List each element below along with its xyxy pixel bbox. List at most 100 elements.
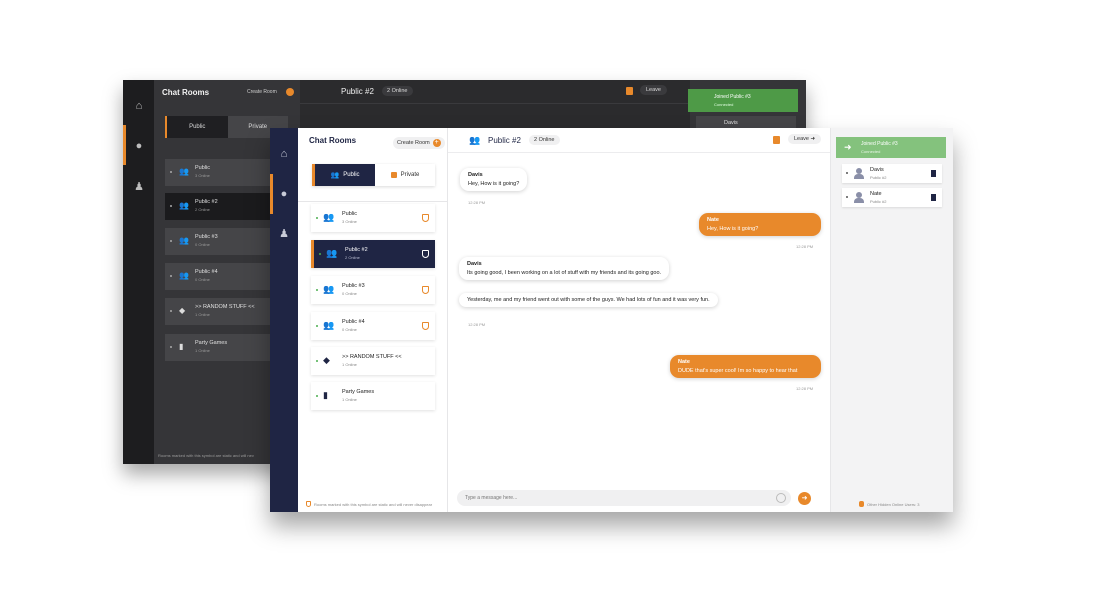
status-dot: [170, 346, 172, 348]
room-name: Public #2: [345, 247, 368, 253]
send-button[interactable]: ➜: [798, 492, 811, 505]
room-online: 2 Online: [345, 255, 360, 260]
chat-icon[interactable]: ●: [276, 186, 292, 202]
room-item[interactable]: 👥 Public #3 0 Online: [311, 276, 435, 304]
dark-sidebar-footer: Rooms marked with this symbol are static…: [158, 453, 254, 458]
room-name: Public #3: [342, 283, 365, 289]
hidden-users-text: Other Hidden Online Users: 3: [867, 501, 920, 507]
user-name: Davis: [870, 167, 884, 173]
message-text: DUDE that's super cool! Im so happy to h…: [678, 368, 798, 374]
toast-sub: Connected: [861, 149, 881, 154]
avatar: [854, 192, 864, 203]
toast-sub: Connected: [714, 102, 734, 107]
sidebar-footer: Rooms marked with this symbol are static…: [306, 501, 432, 507]
room-title: Public #2: [488, 136, 521, 145]
leave-label: Leave: [794, 136, 809, 142]
dark-online-badge: 2 Online: [382, 86, 413, 96]
chat-icon[interactable]: ●: [132, 140, 146, 154]
create-room-label: Create Room: [397, 140, 430, 146]
room-online: 0 Online: [342, 291, 357, 296]
showcase-stage: ⌂ ● ♟ Chat Rooms Create Room Public Priv…: [0, 0, 1100, 600]
message-author: Davis: [468, 172, 483, 178]
dark-create-room-button[interactable]: Create Room: [247, 89, 277, 95]
emoji-icon[interactable]: [776, 493, 786, 503]
message-bubble-own: Nate Hey, How is it going?: [699, 213, 821, 236]
toast-title: Joined Public #3: [714, 94, 751, 100]
room-online: 1 Online: [342, 397, 357, 402]
room-online: 1 Online: [195, 348, 210, 353]
group-icon: 👥: [326, 248, 338, 258]
status-dot: [170, 275, 172, 277]
status-dot: [316, 395, 318, 397]
message-author: Davis: [467, 261, 482, 267]
shield-icon: [422, 250, 429, 258]
shield-icon: [306, 501, 311, 507]
dark-join-toast: Joined Public #3 Connected: [688, 89, 798, 112]
dark-sidebar-title: Chat Rooms: [162, 88, 210, 97]
room-online: 0 Online: [195, 242, 210, 247]
message-text: Hey, How is it going?: [707, 226, 759, 232]
room-name: >> RANDOM STUFF <<: [195, 304, 255, 310]
home-icon[interactable]: ⌂: [132, 100, 146, 114]
avatar: [854, 168, 864, 179]
toast-title: Joined Public #3: [861, 141, 898, 147]
status-dot: [316, 360, 318, 362]
lock-icon[interactable]: [626, 87, 633, 95]
dark-plus-icon[interactable]: [286, 88, 294, 96]
tab-private-label: Private: [400, 172, 420, 178]
room-name: Party Games: [195, 340, 228, 346]
tab-private[interactable]: Private: [375, 164, 435, 186]
group-icon: 👥: [323, 284, 335, 294]
shield-icon: [422, 322, 429, 330]
gameboy-icon: ▮: [179, 342, 184, 351]
dark-room-title: Public #2: [341, 87, 374, 96]
message-time: 12:28 PM: [468, 200, 486, 205]
group-icon: 👥: [323, 320, 335, 330]
user-settings-icon[interactable]: ♟: [276, 226, 292, 242]
room-item[interactable]: ▮ Party Games 1 Online: [311, 382, 435, 410]
group-icon: 👥: [179, 271, 189, 280]
home-icon[interactable]: ⌂: [276, 146, 292, 162]
sidebar-footer-text: Rooms marked with this symbol are static…: [314, 501, 433, 507]
room-name: Public: [342, 211, 357, 217]
tab-public-label: Public: [343, 172, 360, 178]
status-dot: [170, 205, 172, 207]
door-icon[interactable]: [931, 170, 936, 177]
room-online: 3 Online: [195, 173, 210, 178]
user-item[interactable]: Nate Public #2: [842, 188, 942, 207]
message-text: Its going good, I been working on a lot …: [467, 270, 662, 276]
room-online: 0 Online: [195, 277, 210, 282]
room-online: 0 Online: [342, 327, 357, 332]
room-item[interactable]: 👥 Public #4 0 Online: [311, 312, 435, 340]
divider: [298, 201, 448, 202]
user-room: Public #2: [870, 199, 887, 204]
room-item[interactable]: ◆ >> RANDOM STUFF << 1 Online: [311, 347, 435, 375]
user-settings-icon[interactable]: ♟: [132, 180, 146, 194]
create-room-button[interactable]: Create Room +: [393, 137, 445, 149]
dark-nav-rail: ⌂ ● ♟: [123, 80, 154, 464]
status-dot: [316, 325, 318, 327]
message-input[interactable]: [465, 493, 765, 503]
group-icon: 👥: [179, 201, 189, 210]
user-name: Nate: [870, 191, 882, 197]
plus-icon: +: [432, 139, 441, 147]
room-item[interactable]: 👥 Public 3 Online: [311, 204, 435, 232]
room-name: >> RANDOM STUFF <<: [342, 354, 402, 360]
chat-main: 👥 Public #2 2 Online Leave ➜ Davis Hey, …: [448, 128, 830, 512]
shapes-icon: ◆: [323, 355, 330, 365]
leave-button[interactable]: Leave ➜: [788, 134, 822, 144]
user-item[interactable]: Davis Public #2: [842, 164, 942, 183]
message-time: 12:28 PM: [796, 386, 814, 391]
lock-icon: [390, 172, 397, 178]
status-dot: [170, 171, 172, 173]
dark-tab-public[interactable]: Public: [165, 116, 228, 138]
message-bubble: Davis Its going good, I been working on …: [459, 257, 670, 280]
lock-icon[interactable]: [773, 136, 780, 144]
dark-leave-button[interactable]: Leave: [640, 85, 667, 95]
tab-public[interactable]: 👥 Public: [312, 164, 375, 186]
enter-icon: ➜: [844, 142, 852, 152]
online-badge: 2 Online: [529, 135, 560, 145]
room-online: 1 Online: [342, 362, 357, 367]
door-icon[interactable]: [931, 194, 936, 201]
room-item-active[interactable]: 👥 Public #2 2 Online: [311, 240, 435, 268]
